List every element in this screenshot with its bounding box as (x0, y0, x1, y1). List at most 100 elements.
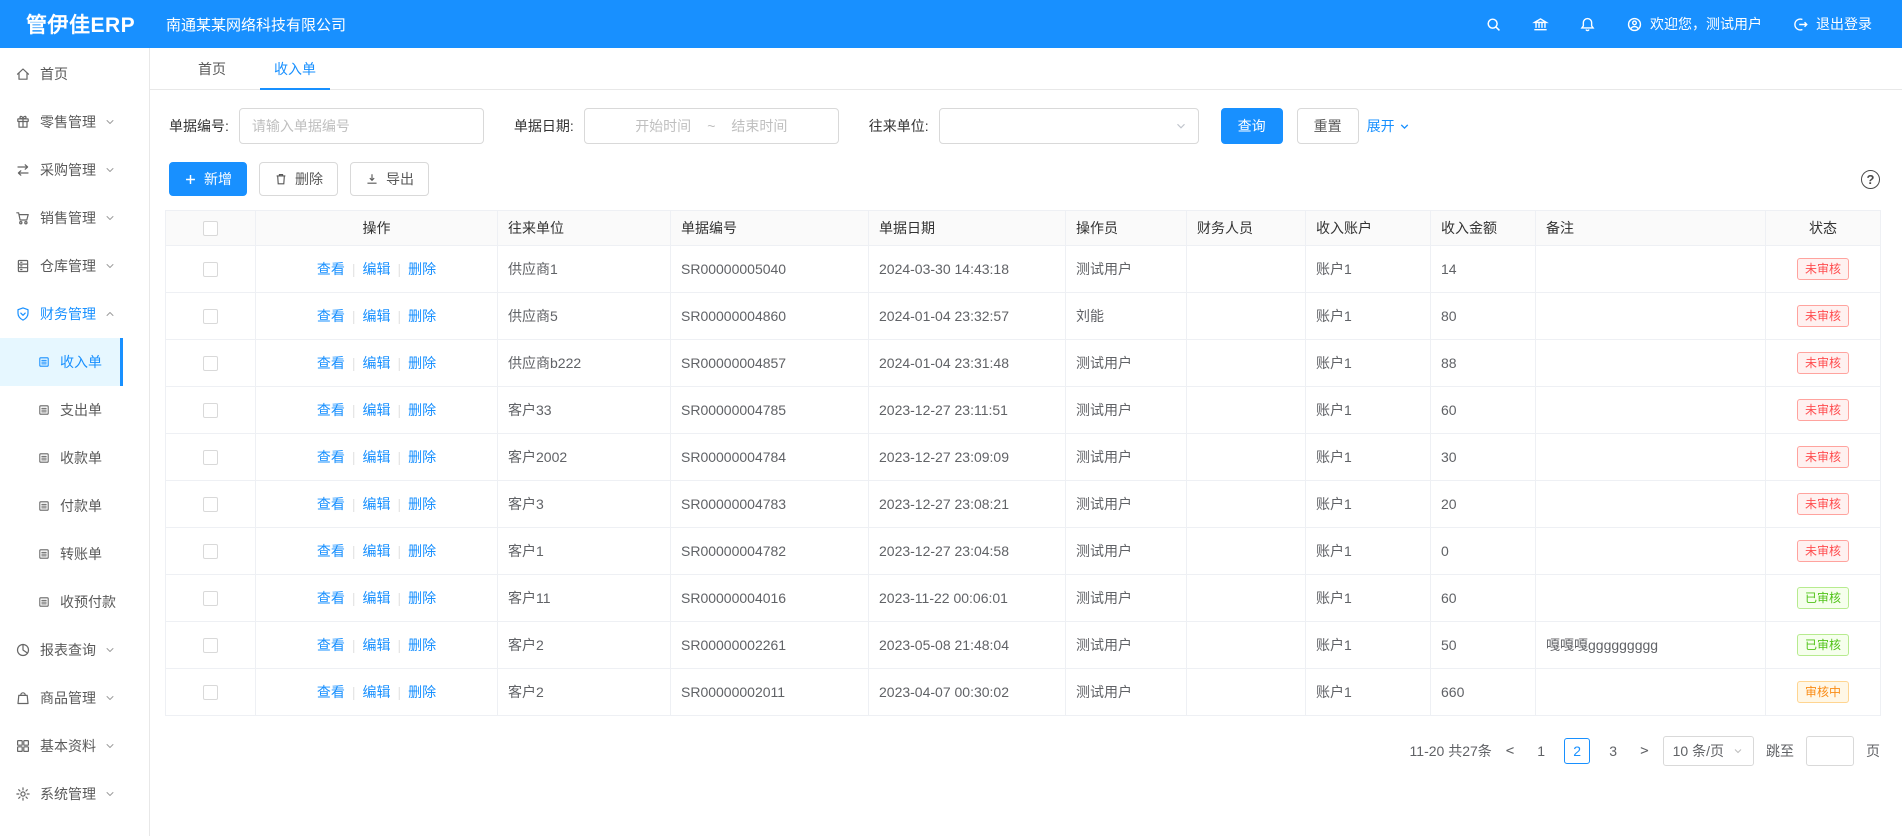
column-header: 备注 (1536, 211, 1766, 246)
sidebar-item-transfer-bill[interactable]: 转账单 (0, 530, 123, 578)
row-checkbox[interactable] (203, 685, 218, 700)
cell-bill-date: 2024-01-04 23:32:57 (869, 293, 1066, 340)
page-button-1[interactable]: 1 (1528, 738, 1554, 764)
sidebar-item-finance-mgmt[interactable]: 财务管理 (0, 290, 123, 338)
row-checkbox[interactable] (203, 262, 218, 277)
edit-link[interactable]: 编辑 (363, 261, 391, 277)
expand-link[interactable]: 展开 (1367, 116, 1411, 136)
view-link[interactable]: 查看 (317, 590, 345, 606)
date-range-picker[interactable]: 开始时间 ~ 结束时间 (584, 108, 839, 144)
row-checkbox[interactable] (203, 638, 218, 653)
next-page-icon[interactable]: > (1638, 743, 1650, 759)
export-button[interactable]: 导出 (350, 162, 429, 196)
view-link[interactable]: 查看 (317, 637, 345, 653)
bill-no-input[interactable] (239, 108, 484, 144)
page-size-select[interactable]: 10 条/页 (1663, 736, 1754, 766)
cell-bill-date: 2023-12-27 23:08:21 (869, 481, 1066, 528)
cell-income-amount: 88 (1431, 340, 1536, 387)
prev-page-icon[interactable]: < (1504, 743, 1516, 759)
row-checkbox[interactable] (203, 309, 218, 324)
cell-bill-no: SR00000004860 (671, 293, 869, 340)
page-button-2[interactable]: 2 (1564, 738, 1590, 764)
sidebar-item-sales-mgmt[interactable]: 销售管理 (0, 194, 123, 242)
reset-button[interactable]: 重置 (1297, 108, 1359, 144)
delete-link[interactable]: 删除 (408, 355, 436, 371)
sidebar-item-basic-data[interactable]: 基本资料 (0, 722, 123, 770)
cell-finance-staff (1187, 669, 1306, 716)
delete-button[interactable]: 删除 (259, 162, 338, 196)
sidebar-item-retail-mgmt[interactable]: 零售管理 (0, 98, 123, 146)
view-link[interactable]: 查看 (317, 308, 345, 324)
edit-link[interactable]: 编辑 (363, 684, 391, 700)
partner-select[interactable] (939, 108, 1199, 144)
jump-page-input[interactable] (1806, 736, 1854, 766)
tab-home[interactable]: 首页 (182, 48, 242, 89)
sidebar-item-goods-mgmt[interactable]: 商品管理 (0, 674, 123, 722)
platform-icon[interactable] (1532, 16, 1549, 33)
row-checkbox[interactable] (203, 497, 218, 512)
delete-link[interactable]: 删除 (408, 590, 436, 606)
page-button-3[interactable]: 3 (1600, 738, 1626, 764)
cell-income-amount: 0 (1431, 528, 1536, 575)
sidebar-item-expense-bill[interactable]: 支出单 (0, 386, 123, 434)
cell-income-account: 账户1 (1306, 669, 1431, 716)
search-button[interactable]: 查询 (1221, 108, 1283, 144)
view-link[interactable]: 查看 (317, 543, 345, 559)
user-welcome[interactable]: 欢迎您，测试用户 (1626, 14, 1762, 34)
sidebar-item-warehouse-mgmt[interactable]: 仓库管理 (0, 242, 123, 290)
tab-income-bill[interactable]: 收入单 (258, 48, 332, 89)
edit-link[interactable]: 编辑 (363, 637, 391, 653)
status-badge: 审核中 (1797, 681, 1849, 703)
doc-icon (37, 403, 51, 417)
sidebar-item-label: 支出单 (60, 400, 102, 420)
help-icon[interactable]: ? (1861, 170, 1880, 189)
row-checkbox[interactable] (203, 544, 218, 559)
select-all-checkbox[interactable] (203, 221, 218, 236)
sidebar-item-report-query[interactable]: 报表查询 (0, 626, 123, 674)
sidebar-item-income-bill[interactable]: 收入单 (0, 338, 123, 386)
bill-date-label: 单据日期: (514, 116, 574, 136)
delete-link[interactable]: 删除 (408, 449, 436, 465)
sidebar-item-receipt-bill[interactable]: 收款单 (0, 434, 123, 482)
edit-link[interactable]: 编辑 (363, 308, 391, 324)
cell-finance-staff (1187, 575, 1306, 622)
delete-link[interactable]: 删除 (408, 496, 436, 512)
notification-bell-icon[interactable] (1579, 16, 1596, 33)
row-checkbox[interactable] (203, 403, 218, 418)
cell-finance-staff (1187, 246, 1306, 293)
sidebar-item-home[interactable]: 首页 (0, 50, 123, 98)
sidebar-item-payment-bill[interactable]: 付款单 (0, 482, 123, 530)
edit-link[interactable]: 编辑 (363, 449, 391, 465)
row-checkbox[interactable] (203, 356, 218, 371)
add-button[interactable]: 新增 (169, 162, 247, 196)
view-link[interactable]: 查看 (317, 684, 345, 700)
edit-link[interactable]: 编辑 (363, 402, 391, 418)
delete-link[interactable]: 删除 (408, 684, 436, 700)
edit-link[interactable]: 编辑 (363, 355, 391, 371)
row-checkbox[interactable] (203, 591, 218, 606)
cell-bill-no: SR00000004857 (671, 340, 869, 387)
search-icon[interactable] (1485, 16, 1502, 33)
delete-link[interactable]: 删除 (408, 402, 436, 418)
view-link[interactable]: 查看 (317, 355, 345, 371)
delete-link[interactable]: 删除 (408, 308, 436, 324)
view-link[interactable]: 查看 (317, 496, 345, 512)
row-checkbox[interactable] (203, 450, 218, 465)
view-link[interactable]: 查看 (317, 449, 345, 465)
sidebar-item-prepaid-bill[interactable]: 收预付款 (0, 578, 123, 626)
edit-link[interactable]: 编辑 (363, 543, 391, 559)
edit-link[interactable]: 编辑 (363, 590, 391, 606)
sidebar-item-system-mgmt[interactable]: 系统管理 (0, 770, 123, 818)
delete-link[interactable]: 删除 (408, 261, 436, 277)
view-link[interactable]: 查看 (317, 402, 345, 418)
sidebar-item-purchase-mgmt[interactable]: 采购管理 (0, 146, 123, 194)
view-link[interactable]: 查看 (317, 261, 345, 277)
cell-income-account: 账户1 (1306, 434, 1431, 481)
status-badge: 未审核 (1797, 352, 1849, 374)
logout-button[interactable]: 退出登录 (1792, 14, 1872, 34)
delete-link[interactable]: 删除 (408, 637, 436, 653)
edit-link[interactable]: 编辑 (363, 496, 391, 512)
sidebar-item-label: 基本资料 (40, 736, 96, 756)
delete-link[interactable]: 删除 (408, 543, 436, 559)
cell-partner: 客户2 (498, 669, 671, 716)
